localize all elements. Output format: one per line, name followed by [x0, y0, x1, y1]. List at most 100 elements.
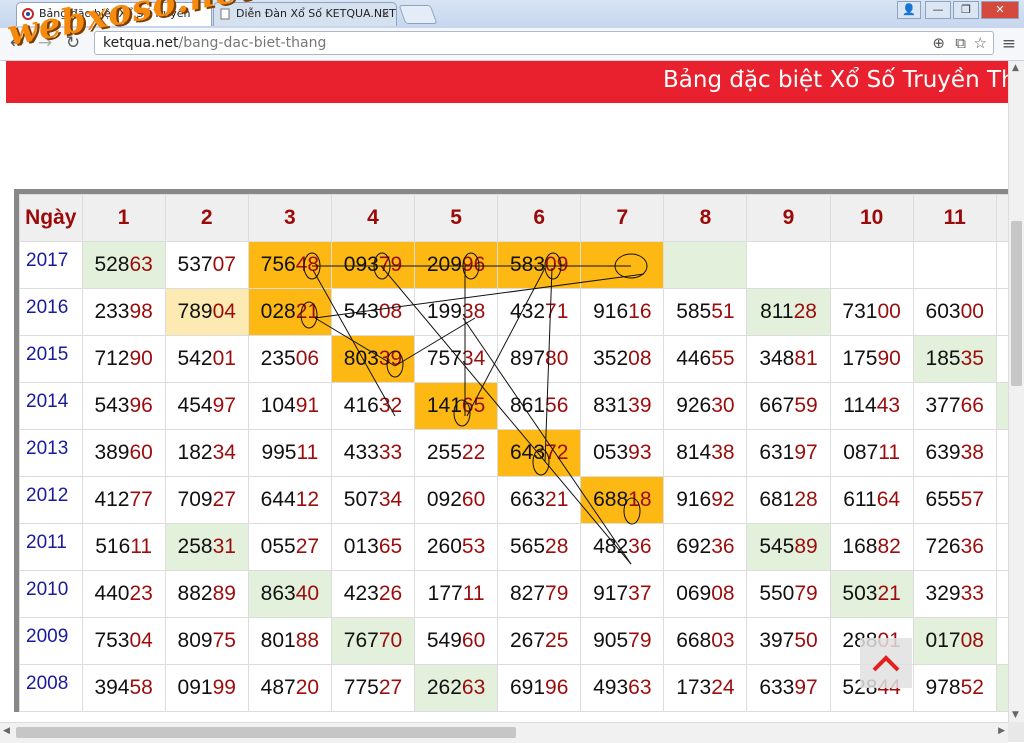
close-button[interactable]: ✕ — [981, 1, 1019, 19]
result-cell: 25831 — [164, 523, 249, 571]
result-suffix: 89 — [794, 535, 818, 558]
result-cell: 37766 — [912, 382, 997, 430]
vertical-scrollbar[interactable]: ▲ ▼ — [1008, 61, 1024, 722]
horizontal-scroll-thumb[interactable] — [16, 727, 516, 738]
result-prefix: 017 — [925, 629, 961, 652]
vertical-scroll-thumb[interactable] — [1011, 221, 1022, 386]
year-cell: 2013 — [19, 429, 83, 477]
result-prefix: 114 — [843, 394, 877, 417]
year-cell: 2015 — [19, 335, 83, 383]
horizontal-scrollbar[interactable]: ◀ ▶ — [0, 722, 1008, 743]
result-prefix: 753 — [94, 629, 130, 652]
result-suffix: 82 — [877, 535, 901, 558]
result-suffix: 27 — [295, 535, 320, 558]
result-prefix: 394 — [94, 676, 130, 699]
translate-icon[interactable]: ⧉ — [955, 34, 966, 52]
result-cell: 97852 — [912, 664, 997, 712]
result-suffix: 18 — [628, 488, 652, 511]
result-cell: 56 — [995, 335, 1008, 383]
result-prefix: 712 — [94, 347, 130, 370]
result-cell: 17 — [995, 617, 1008, 665]
minimize-button[interactable]: — — [925, 1, 951, 19]
result-prefix: 377 — [925, 394, 961, 417]
result-cell: 75648 — [247, 241, 332, 289]
result-suffix: 40 — [295, 582, 320, 605]
result-prefix: 412 — [94, 488, 130, 511]
browser-toolbar: ← → ↻ ketqua.net/bang-dac-biet-thang ⊕ ⧉… — [0, 28, 1024, 61]
result-suffix: 97 — [794, 441, 818, 464]
result-cell: 66803 — [663, 617, 748, 665]
result-suffix: 39 — [628, 394, 652, 417]
result-suffix: 32 — [378, 394, 403, 417]
result-cell: 58309 — [497, 241, 582, 289]
result-suffix: 28 — [793, 300, 817, 323]
result-suffix: 16 — [628, 300, 652, 323]
year-cell: 2012 — [19, 476, 83, 524]
table-row: 2017 52863 53707 75648 09379 20996 58309 — [19, 241, 1008, 289]
result-prefix: 028 — [260, 300, 296, 323]
result-prefix: 543 — [94, 394, 130, 417]
result-cell: 70927 — [164, 476, 249, 524]
table-header-row: Ngày 123456789101112 — [19, 194, 1008, 242]
result-suffix: 90 — [129, 347, 153, 370]
result-cell: 92630 — [663, 382, 748, 430]
result-cell: 80188 — [247, 617, 332, 665]
bookmark-star-icon[interactable]: ☆ — [974, 34, 987, 52]
result-prefix: 809 — [177, 629, 213, 652]
result-suffix: 26 — [378, 582, 403, 605]
result-cell: 72636 — [912, 523, 997, 571]
result-cell: 20996 — [414, 241, 499, 289]
result-cell: 54308 — [330, 288, 416, 336]
result-cell: 09260 — [414, 476, 499, 524]
result-cell: 10491 — [247, 382, 332, 430]
result-prefix: 863 — [260, 582, 296, 605]
result-prefix: 611 — [843, 488, 877, 511]
result-prefix: 516 — [95, 535, 131, 558]
result-cell: 42326 — [330, 570, 416, 618]
result-suffix: 92 — [711, 488, 735, 511]
scroll-right-arrow-icon[interactable]: ▶ — [998, 726, 1005, 736]
new-tab-button[interactable] — [398, 5, 438, 24]
chevron-up-icon — [872, 655, 900, 672]
result-suffix: 35 — [960, 347, 984, 370]
browser-menu-icon[interactable]: ≡ — [1002, 34, 1016, 54]
result-suffix: 59 — [794, 394, 818, 417]
result-prefix: 537 — [177, 253, 213, 276]
result-prefix: 905 — [593, 629, 629, 652]
zoom-icon[interactable]: ⊕ — [932, 34, 945, 52]
tab-close-icon[interactable]: × — [381, 3, 390, 25]
result-suffix: 65 — [378, 535, 403, 558]
result-suffix: 27 — [212, 488, 236, 511]
restore-button[interactable]: ❐ — [953, 1, 979, 19]
result-cell: 17590 — [829, 335, 914, 383]
user-profile-button[interactable]: 👤 — [897, 1, 921, 19]
result-cell: 01 — [995, 288, 1008, 336]
result-suffix: 28 — [794, 488, 818, 511]
scroll-up-arrow-icon[interactable]: ▲ — [1012, 63, 1019, 73]
result-cell: 44655 — [663, 335, 748, 383]
back-to-top-button[interactable] — [860, 638, 912, 688]
result-prefix: 173 — [676, 676, 712, 699]
result-cell — [829, 241, 914, 289]
result-cell: 54201 — [164, 335, 249, 383]
result-prefix: 603 — [925, 300, 961, 323]
result-suffix: 33 — [960, 582, 984, 605]
result-prefix: 423 — [343, 582, 379, 605]
result-prefix: 639 — [925, 441, 961, 464]
scroll-down-arrow-icon[interactable]: ▼ — [1012, 710, 1019, 720]
header-day-9: 9 — [746, 194, 831, 242]
result-cell: 19938 — [414, 288, 499, 336]
result-suffix: 63 — [129, 253, 153, 276]
result-cell: 38 — [995, 382, 1008, 430]
result-suffix: 04 — [129, 629, 153, 652]
scroll-left-arrow-icon[interactable]: ◀ — [3, 726, 10, 736]
result-prefix: 789 — [177, 300, 213, 323]
result-cell: 60300 — [912, 288, 997, 336]
result-prefix: 995 — [261, 441, 297, 464]
result-prefix: 631 — [759, 441, 795, 464]
result-prefix: 235 — [260, 347, 296, 370]
result-cell: 08711 — [829, 429, 914, 477]
result-suffix: 08 — [711, 582, 735, 605]
result-cell: 41632 — [330, 382, 416, 430]
address-bar[interactable]: ketqua.net/bang-dac-biet-thang ⊕ ⧉ ☆ — [94, 31, 994, 55]
